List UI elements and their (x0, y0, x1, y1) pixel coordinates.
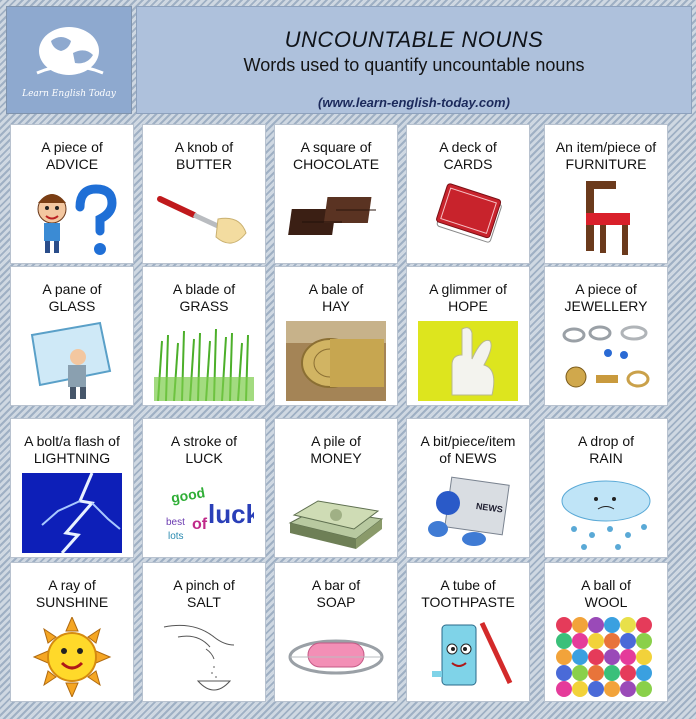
rain-cloud-icon (556, 473, 656, 553)
website-url: (www.learn-english-today.com) (318, 95, 510, 110)
card-label: A pile of MONEY (310, 433, 362, 466)
luck-art-good: good (170, 484, 206, 506)
boy-question-icon (22, 179, 122, 259)
wool-icon (556, 617, 656, 697)
card-chocolate: A square of CHOCOLATE (274, 124, 398, 264)
luck-art-luck: luck (208, 499, 254, 529)
card-jewellery: A piece of JEWELLERY (544, 266, 668, 406)
card-butter: A knob of BUTTER (142, 124, 266, 264)
card-label: A ray of SUNSHINE (35, 577, 109, 610)
card-cards: A deck of CARDS (406, 124, 530, 264)
newspaper-icon: NEWS (418, 473, 518, 553)
card-label: A deck of CARDS (439, 139, 497, 172)
butter-knife-icon (154, 179, 254, 259)
card-luck: A stroke of LUCK good luck best of lots (142, 418, 266, 558)
card-money: A pile of MONEY (274, 418, 398, 558)
card-label: A bale of HAY (308, 281, 364, 314)
infographic: Learn English Today UNCOUNTABLE NOUNS Wo… (0, 0, 696, 719)
card-glass: A pane of GLASS (10, 266, 134, 406)
card-furniture: An item/piece of FURNITURE (544, 124, 668, 264)
card-rain: A drop of RAIN (544, 418, 668, 558)
card-label: A blade of GRASS (172, 281, 236, 314)
toothpaste-icon (418, 617, 518, 697)
card-advice: A piece of ADVICE (10, 124, 134, 264)
card-label: A bolt/a flash of LIGHTNING (24, 433, 120, 466)
chair-icon (556, 179, 656, 259)
card-label: A piece of ADVICE (41, 139, 103, 172)
hay-bale-icon (286, 321, 386, 401)
card-label: A bar of SOAP (311, 577, 361, 610)
card-label: A stroke of LUCK (170, 433, 238, 466)
card-label: A glimmer of HOPE (429, 281, 507, 314)
card-hay: A bale of HAY (274, 266, 398, 406)
header: UNCOUNTABLE NOUNS Words used to quantify… (136, 6, 692, 114)
money-pile-icon (286, 473, 386, 553)
lightning-icon (22, 473, 122, 553)
logo-text: Learn English Today (22, 89, 116, 99)
card-label: A knob of BUTTER (174, 139, 234, 172)
card-wool: A ball of WOOL (544, 562, 668, 702)
jewellery-icon (556, 321, 656, 401)
luck-art-lots: lots (168, 531, 184, 542)
sun-icon (22, 617, 122, 697)
luck-art-best: best (166, 517, 185, 528)
card-label: A bit/piece/item of NEWS (420, 433, 516, 466)
card-label: A piece of JEWELLERY (564, 281, 648, 314)
card-toothpaste: A tube of TOOTHPASTE (406, 562, 530, 702)
page-title: UNCOUNTABLE NOUNS (284, 27, 544, 52)
card-label: A drop of RAIN (577, 433, 635, 466)
card-label: A pinch of SALT (173, 577, 235, 610)
card-grass: A blade of GRASS (142, 266, 266, 406)
card-label: An item/piece of FURNITURE (555, 139, 657, 172)
logo: Learn English Today (6, 6, 132, 114)
card-label: A pane of GLASS (42, 281, 102, 314)
grass-icon (154, 321, 254, 401)
card-hope: A glimmer of HOPE (406, 266, 530, 406)
chocolate-icon (286, 179, 386, 259)
card-label: A ball of WOOL (581, 577, 631, 610)
card-salt: A pinch of SALT (142, 562, 266, 702)
card-sunshine: A ray of SUNSHINE (10, 562, 134, 702)
globe-icon (36, 27, 104, 75)
card-label: A square of CHOCOLATE (292, 139, 380, 172)
glass-pane-icon (22, 321, 122, 401)
card-soap: A bar of SOAP (274, 562, 398, 702)
crossed-fingers-icon (418, 321, 518, 401)
salt-pinch-icon (154, 617, 254, 697)
card-label: A tube of TOOTHPASTE (421, 577, 515, 610)
luck-art-of: of (192, 516, 208, 533)
soap-icon (286, 617, 386, 697)
page-subtitle: Words used to quantify uncountable nouns (243, 55, 585, 75)
good-luck-icon: good luck best of lots (154, 473, 254, 553)
cards-icon (418, 179, 518, 259)
card-news: A bit/piece/item of NEWS NEWS (406, 418, 530, 558)
card-lightning: A bolt/a flash of LIGHTNING (10, 418, 134, 558)
